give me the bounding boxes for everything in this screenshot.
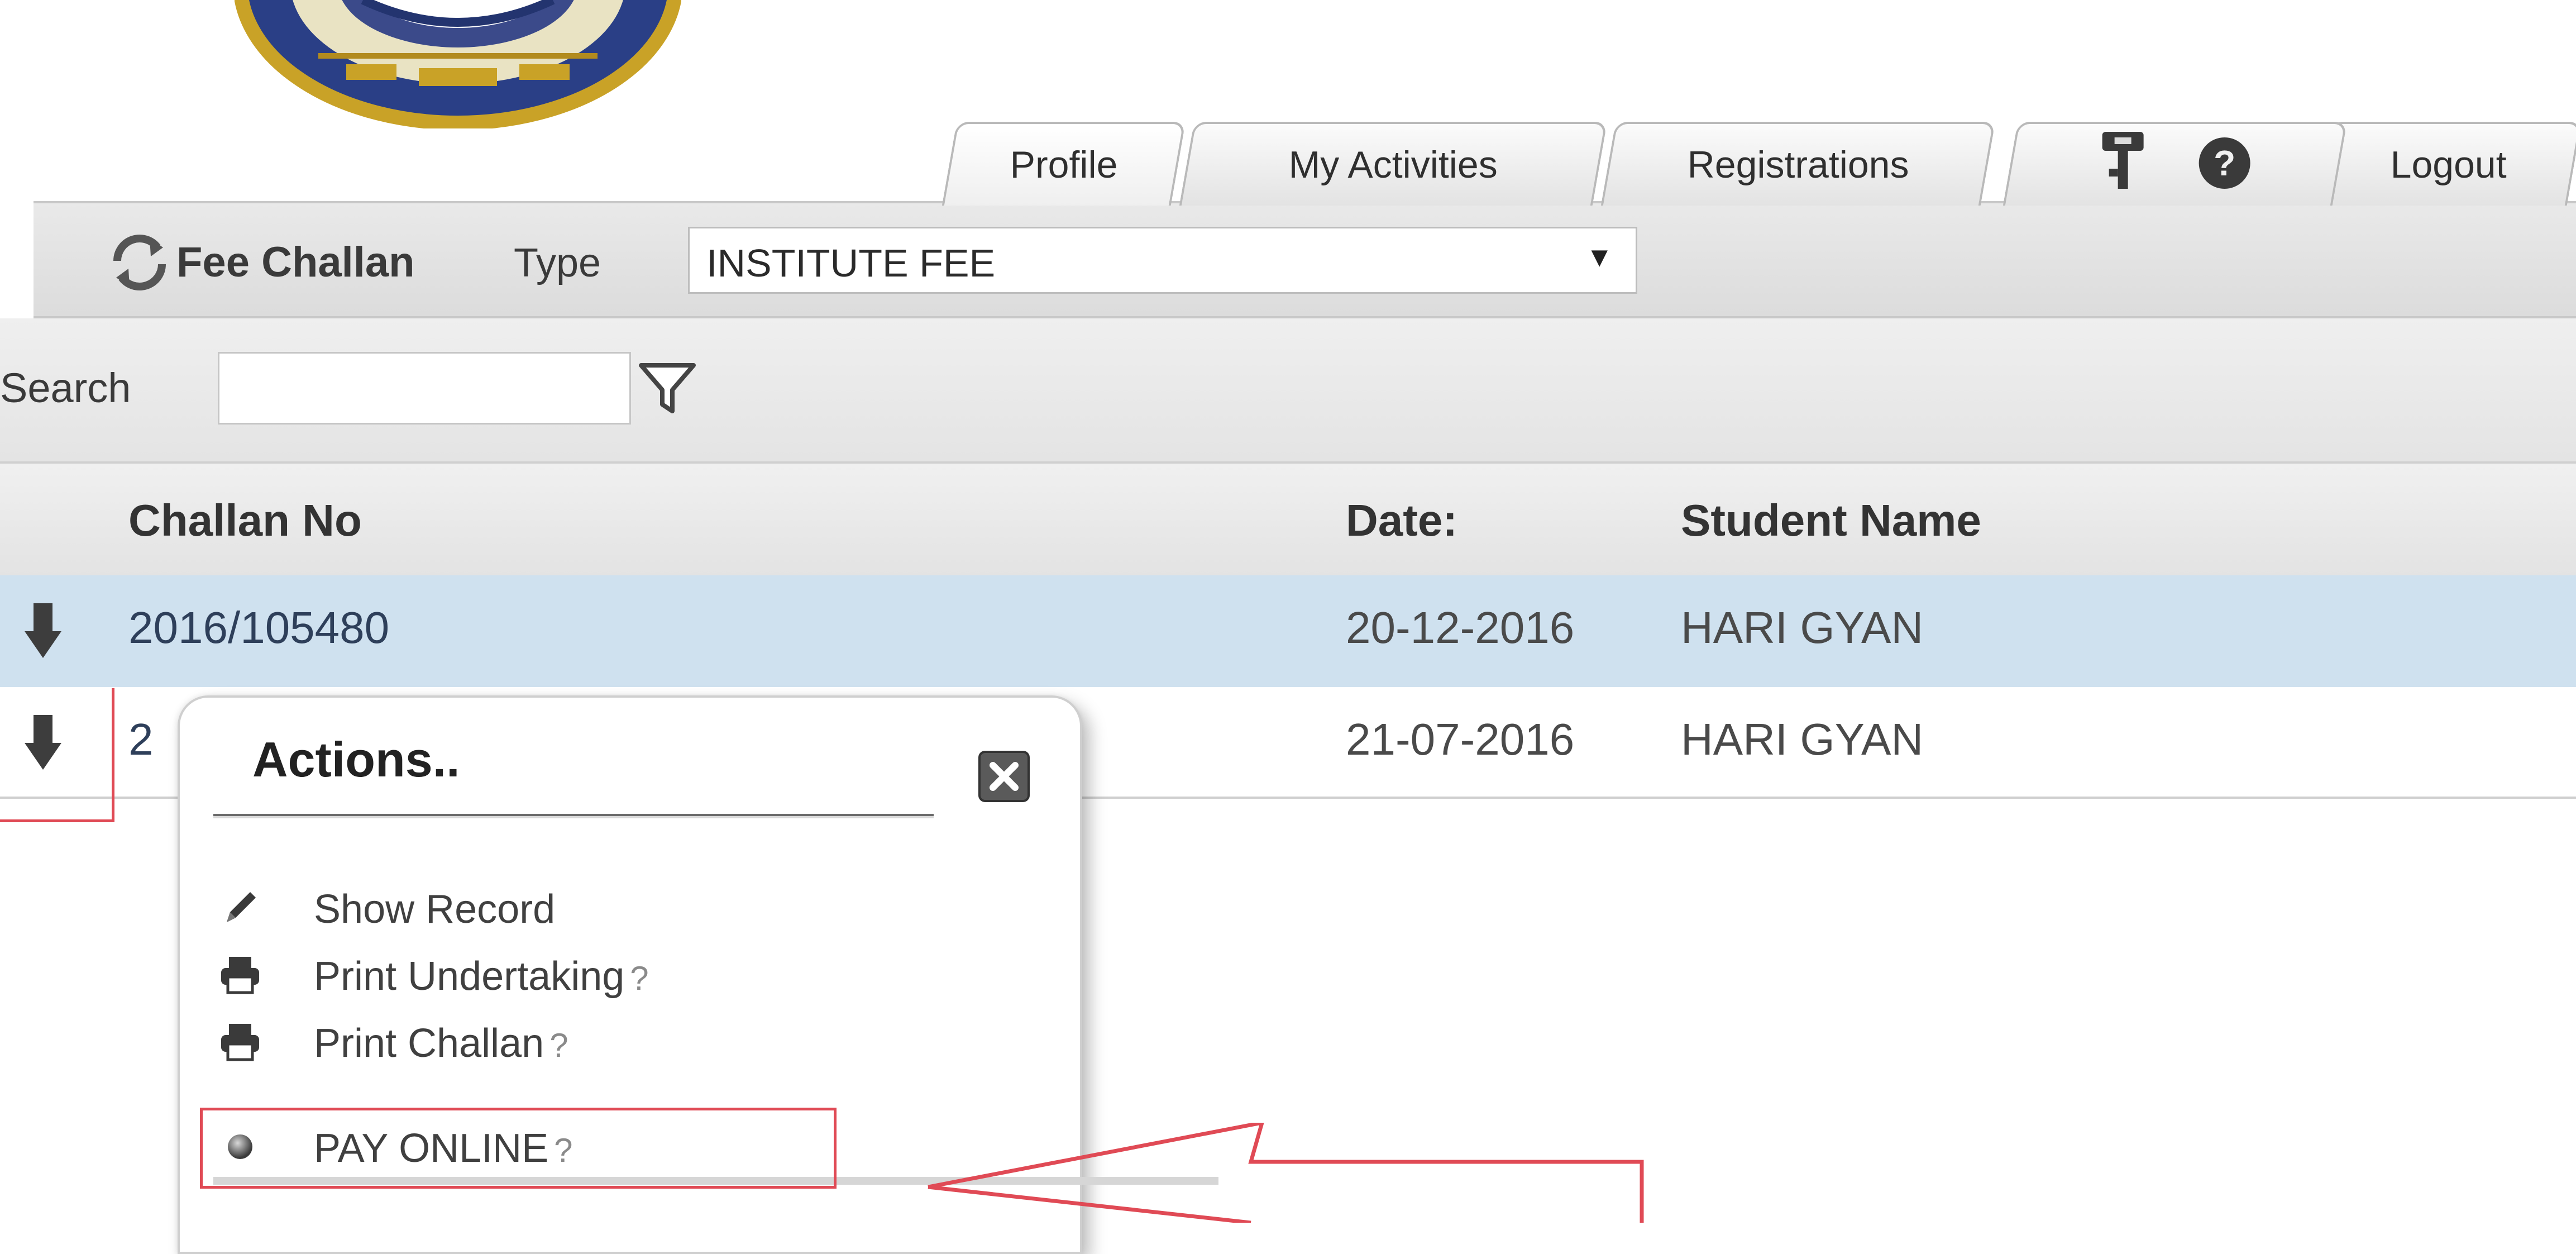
annotation-arrow-icon [928,1123,1644,1223]
tab-logout[interactable]: Logout [2315,122,2576,206]
menu-item-label: Print Challan? [314,1021,568,1066]
student-name-cell: HARI GYAN [1681,714,1924,764]
fee-challan-title: Fee Challan [176,239,415,286]
popup-title: Actions.. [252,732,460,787]
type-label: Type [514,241,601,285]
search-label: Search [0,365,131,411]
tab-registrations[interactable]: Registrations [1600,122,1996,206]
menu-item-label: Print Undertaking? [314,954,649,999]
column-header-student-name[interactable]: Student Name [1681,495,1981,546]
row-actions-arrow-icon[interactable] [23,603,63,659]
column-header-challan-no[interactable]: Challan No [128,495,362,546]
svg-text:?: ? [2214,143,2235,183]
refresh-icon [113,235,166,290]
grid-header: Challan No Date: Student Name [0,464,2576,575]
popup-divider-shadow [213,816,934,818]
tab-my-activities[interactable]: My Activities [1179,122,1608,206]
pencil-icon [227,892,256,922]
date-cell: 20-12-2016 [1346,603,1575,652]
menu-item-print-challan[interactable]: Print Challan? [213,1012,995,1067]
close-icon[interactable] [978,751,1030,802]
challan-no-cell[interactable]: 2 [128,714,154,765]
printer-icon [221,957,259,994]
help-icon[interactable]: ? [2196,135,2252,191]
fee-type-value: INSTITUTE FEE [706,241,996,285]
challan-no-cell[interactable]: 2016/105480 [128,602,389,654]
key-icon[interactable] [2097,130,2148,191]
printer-icon [221,1024,259,1061]
annotation-highlight-box [0,688,114,822]
tab-registrations-label: Registrations [1687,144,1909,186]
tab-tools[interactable]: ? [2003,122,2348,206]
menu-item-show-record[interactable]: Show Record [213,878,995,933]
menu-item-label: Show Record [314,887,556,932]
fee-challan-bar: Fee Challan Type INSTITUTE FEE ▼ [34,201,2576,318]
table-row[interactable]: 2016/105480 20-12-2016 HARI GYAN [0,575,2576,687]
filter-icon[interactable] [637,357,698,419]
annotation-highlight-box [200,1108,837,1189]
tab-my-activities-label: My Activities [1288,144,1498,186]
tab-profile-label: Profile [1010,144,1118,186]
fee-type-select[interactable]: INSTITUTE FEE ▼ [688,227,1637,294]
tab-profile[interactable]: Profile [941,122,1186,206]
column-header-date[interactable]: Date: [1346,495,1457,546]
dropdown-arrow-icon[interactable]: ▼ [1586,241,1614,273]
student-name-cell: HARI GYAN [1681,603,1924,652]
tab-logout-label: Logout [2390,144,2507,186]
menu-item-print-undertaking[interactable]: Print Undertaking? [213,945,995,1000]
institute-logo [235,0,681,128]
search-bar: Search [0,318,2576,464]
search-input[interactable] [218,352,631,425]
date-cell: 21-07-2016 [1346,714,1575,764]
